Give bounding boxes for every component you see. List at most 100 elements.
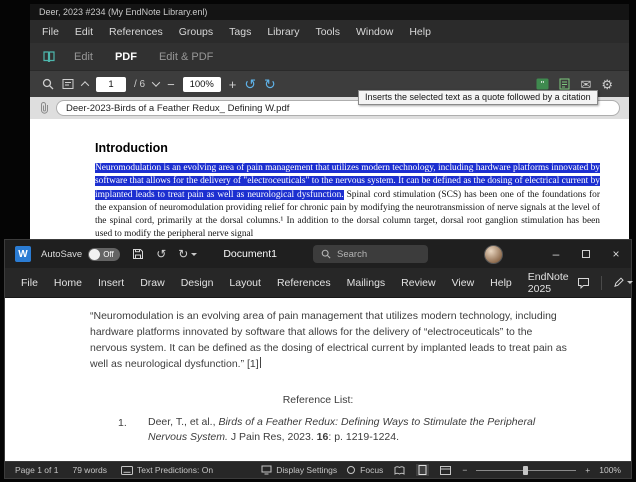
titlebar-right-cluster: – × [484,240,631,268]
undo-icon-word[interactable]: ↺ [156,248,166,260]
editing-dropdown-icon[interactable] [627,281,633,284]
ribbon-right-cluster [577,276,636,290]
autosave-state: Off [103,250,114,259]
insert-quote-tooltip: Inserts the selected text as a quote fol… [358,90,598,105]
ribbon-tab-home[interactable]: Home [46,268,90,297]
pdf-paragraph[interactable]: Neuromodulation is an evolving area of p… [95,162,600,242]
menu-file[interactable]: File [34,26,67,38]
reference-list-heading[interactable]: Reference List: [5,392,631,408]
status-bar: Page 1 of 1 79 words Text Predictions: O… [5,461,631,478]
search-icon-word [321,249,331,259]
ribbon-tab-view[interactable]: View [444,268,483,297]
status-bar-right: Display Settings Focus − + 100% [261,464,621,476]
ribbon-tab-endnote[interactable]: EndNote 2025 [520,268,577,297]
ribbon-tab-layout[interactable]: Layout [221,268,269,297]
redo-icon[interactable]: ↻ [264,77,276,91]
next-page-icon[interactable] [152,78,160,86]
zoom-out-button[interactable]: − [462,465,467,475]
user-avatar[interactable] [484,245,503,264]
zoom-percentage[interactable]: 100% [599,465,621,475]
zoom-level-input[interactable]: 100% [183,77,221,92]
minimize-button[interactable]: – [541,240,571,268]
reference-number: 1. [118,415,148,444]
ribbon-tab-design[interactable]: Design [173,268,222,297]
ribbon-divider [601,276,602,290]
reference-text: Deer, T., et al., Birds of a Feather Red… [148,415,568,444]
editing-pen-icon[interactable] [613,277,633,288]
undo-icon[interactable]: ↺ [244,77,256,91]
maximize-button[interactable] [571,240,601,268]
page-info[interactable]: Page 1 of 1 [15,465,58,475]
ribbon-tab-bar: File Home Insert Draw Design Layout Refe… [5,268,631,298]
zoom-slider-knob[interactable] [523,466,528,475]
document-canvas[interactable]: “Neuromodulation is an evolving area of … [5,298,631,461]
web-layout-icon[interactable] [438,465,453,476]
text-predictions[interactable]: Text Predictions: On [121,465,213,475]
insert-quote-icon[interactable]: " [536,78,549,90]
menu-library[interactable]: Library [259,26,307,38]
comments-icon[interactable] [577,277,590,289]
menu-window[interactable]: Window [348,26,401,38]
display-settings-button[interactable]: Display Settings [261,465,337,475]
autosave-toggle[interactable]: Off [88,248,120,261]
menu-tags[interactable]: Tags [221,26,259,38]
zoom-slider[interactable] [476,470,576,471]
search-box[interactable]: Search [313,245,428,263]
paperclip-icon[interactable] [39,102,50,114]
tab-edit[interactable]: Edit [74,51,93,63]
endnote-window-title: Deer, 2023 #234 (My EndNote Library.enl) [39,7,207,17]
quote-paragraph[interactable]: “Neuromodulation is an evolving area of … [90,308,568,372]
endnote-window: Deer, 2023 #234 (My EndNote Library.enl)… [30,4,629,266]
endnote-titlebar[interactable]: Deer, 2023 #234 (My EndNote Library.enl) [30,4,629,20]
zoom-in-icon[interactable]: + [229,78,237,91]
ribbon-tab-draw[interactable]: Draw [132,268,173,297]
ribbon-tab-insert[interactable]: Insert [90,268,132,297]
pdf-toolbar-right-icons: " ✉ ⚙ [536,78,613,91]
page-number-input[interactable]: 1 [96,77,126,92]
search-placeholder: Search [337,249,367,260]
export-document-icon[interactable] [559,78,570,90]
tab-pdf[interactable]: PDF [115,51,137,63]
reference-entry[interactable]: 1. Deer, T., et al., Birds of a Feather … [118,415,573,444]
ribbon-tab-help[interactable]: Help [482,268,520,297]
text-cursor [260,357,261,368]
pdf-section-heading: Introduction [95,141,600,155]
annotation-icon[interactable] [62,78,74,90]
previous-page-icon[interactable] [81,81,89,89]
toggle-knob [89,249,100,260]
ribbon-tab-review[interactable]: Review [393,268,443,297]
ribbon-tab-file[interactable]: File [13,268,46,297]
word-window: W AutoSave Off ↺ ↻ Document1 Search – [4,239,632,479]
search-icon[interactable] [42,78,54,90]
menu-edit[interactable]: Edit [67,26,101,38]
menu-tools[interactable]: Tools [307,26,348,38]
ribbon-tab-mailings[interactable]: Mailings [339,268,394,297]
word-logo-icon[interactable]: W [15,246,31,262]
display-settings-icon [261,465,272,475]
focus-button[interactable]: Focus [346,465,383,475]
menu-references[interactable]: References [101,26,171,38]
close-button[interactable]: × [601,240,631,268]
menu-groups[interactable]: Groups [171,26,221,38]
reference-volume-bold: 16 [317,431,329,443]
document-title: Document1 [223,248,277,260]
screen: Deer, 2023 #234 (My EndNote Library.enl)… [0,0,636,482]
ribbon-tab-references[interactable]: References [269,268,339,297]
focus-icon [346,465,356,475]
save-icon[interactable] [132,248,144,260]
menu-help[interactable]: Help [401,26,439,38]
print-layout-icon[interactable] [416,464,429,476]
zoom-out-icon[interactable]: − [167,78,175,91]
endnote-menubar: File Edit References Groups Tags Library… [30,20,629,43]
endnote-tabrow: Edit PDF Edit & PDF [30,43,629,70]
zoom-in-button[interactable]: + [585,465,590,475]
read-mode-icon[interactable] [392,465,407,476]
tab-edit-and-pdf[interactable]: Edit & PDF [159,51,213,63]
redo-icon-word[interactable]: ↻ [178,248,197,260]
word-titlebar[interactable]: W AutoSave Off ↺ ↻ Document1 Search – [5,240,631,268]
word-count[interactable]: 79 words [72,465,107,475]
redo-dropdown-icon[interactable] [191,253,197,256]
email-icon[interactable]: ✉ [580,78,591,91]
settings-gear-icon[interactable]: ⚙ [601,78,613,91]
maximize-icon [582,250,590,258]
